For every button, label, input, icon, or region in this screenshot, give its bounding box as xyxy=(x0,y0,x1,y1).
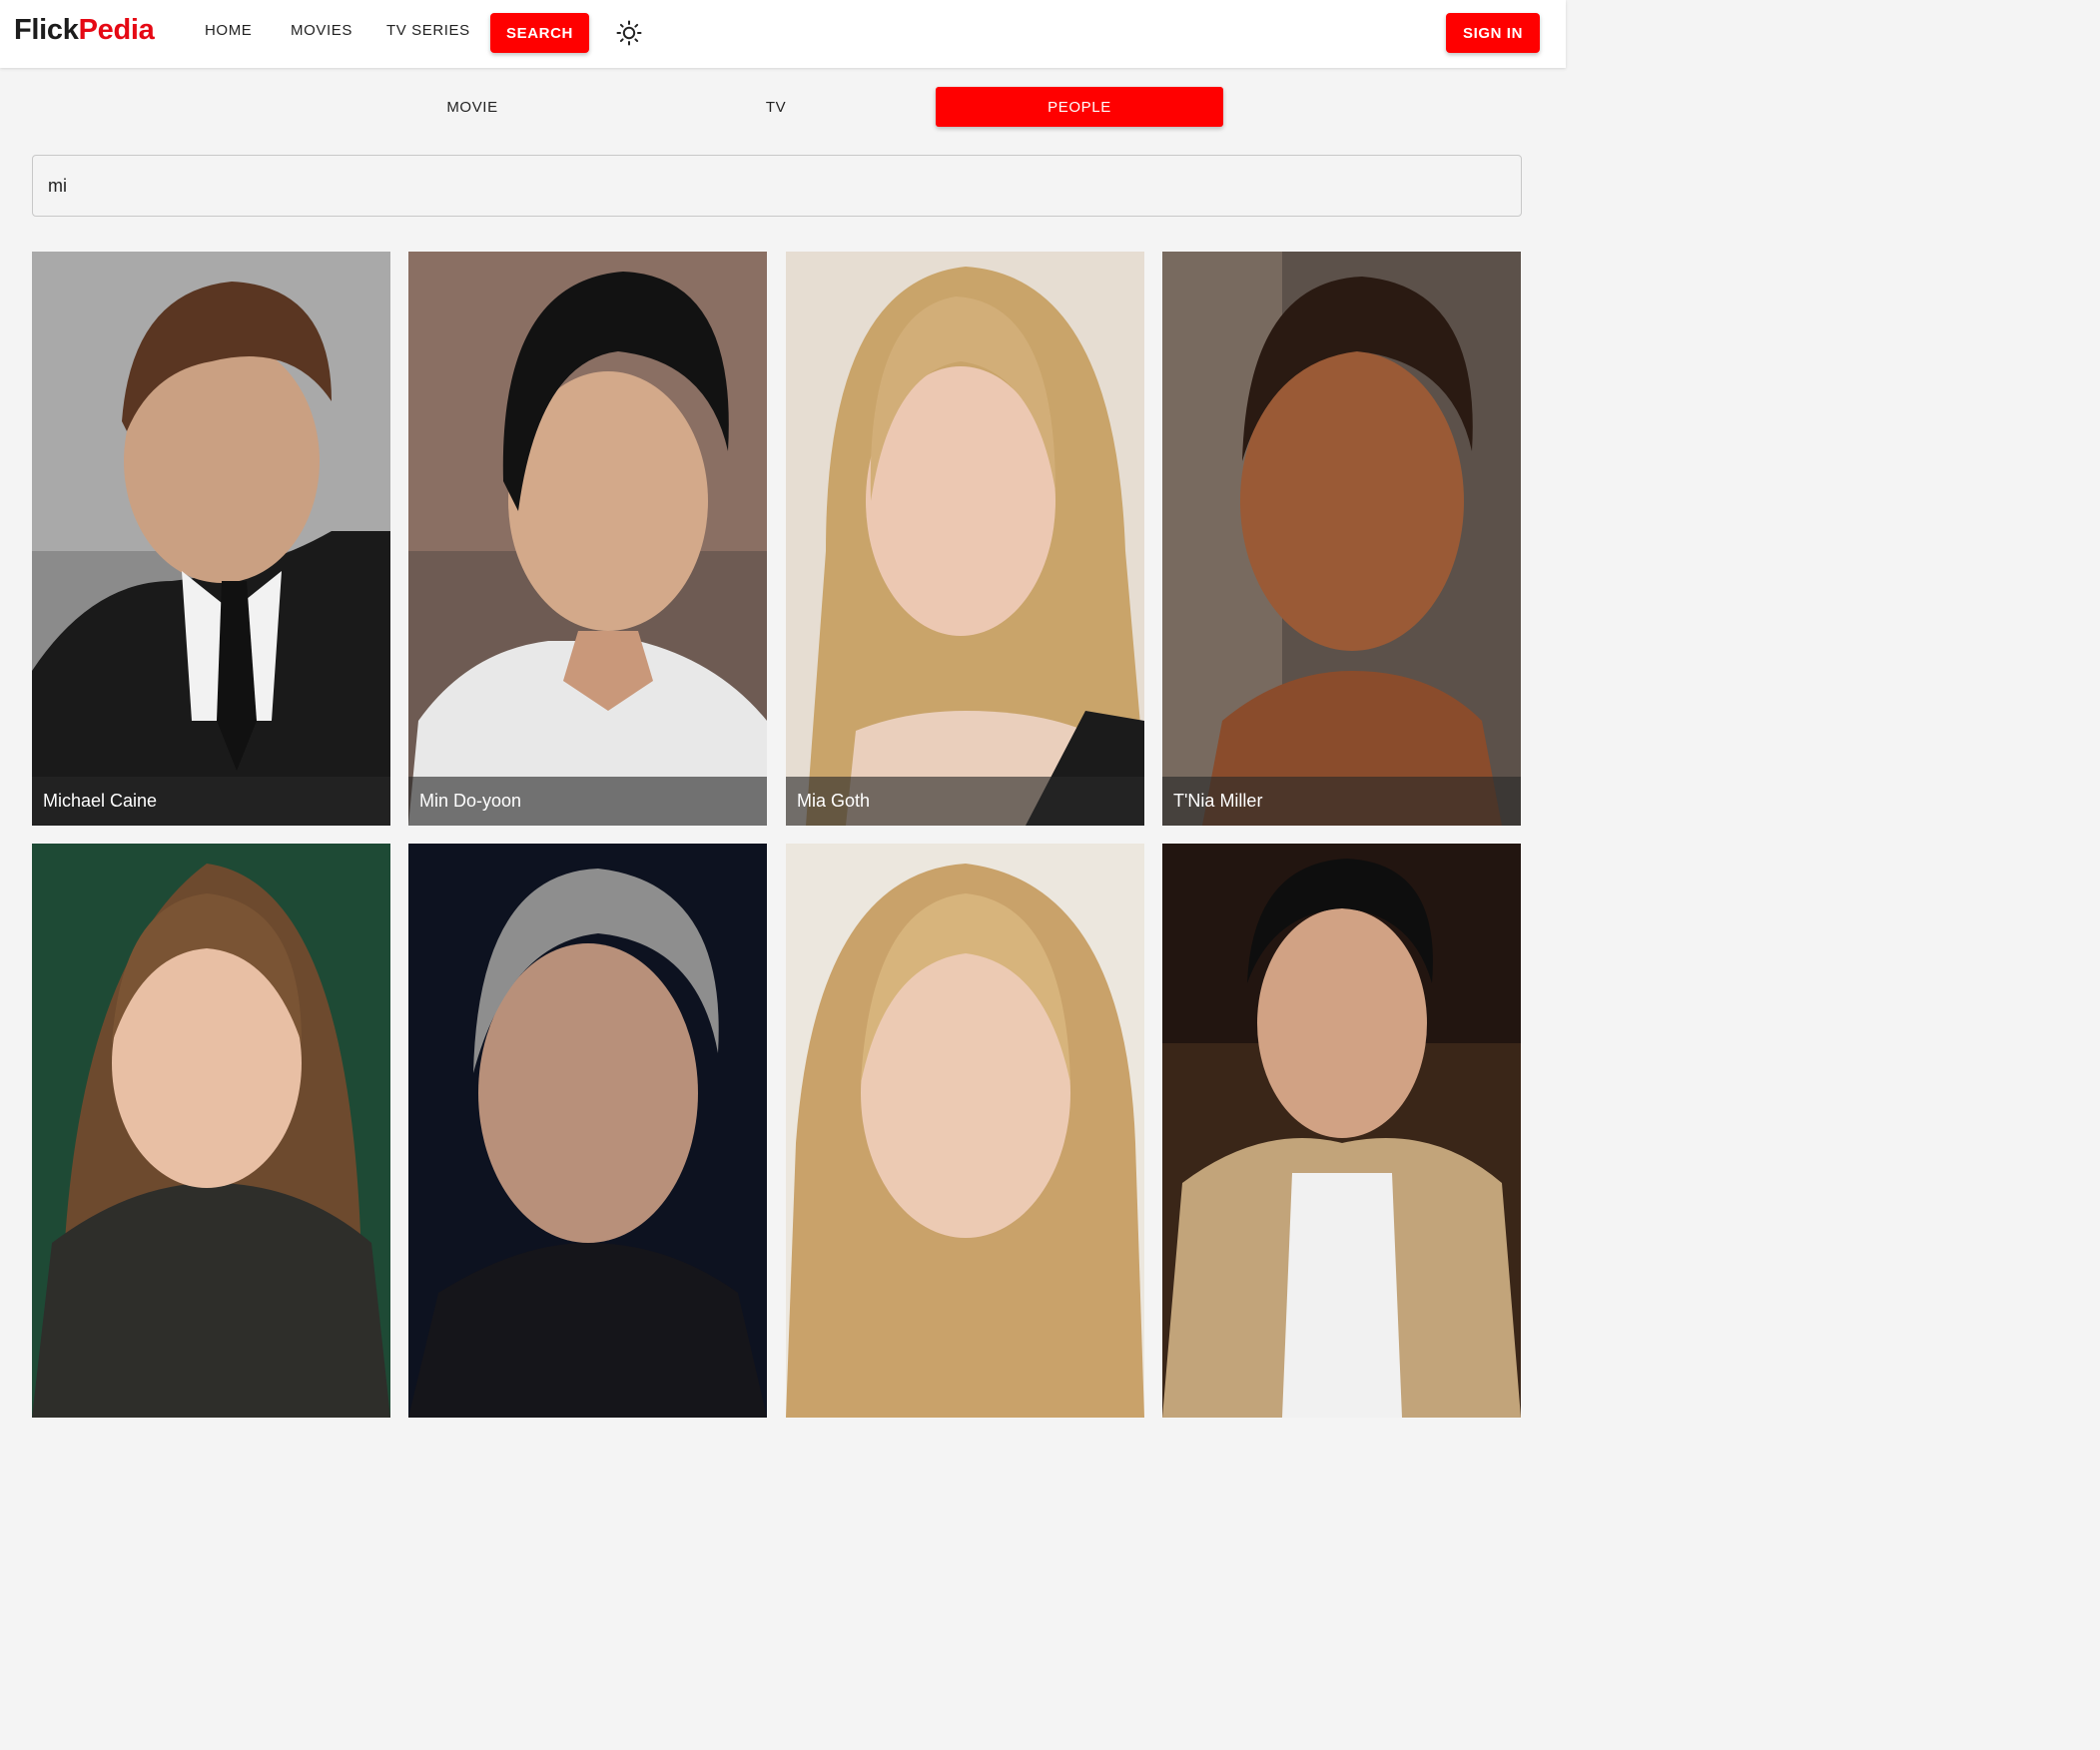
person-photo xyxy=(786,252,1144,826)
person-photo xyxy=(32,844,390,1418)
theme-toggle-button[interactable] xyxy=(613,17,645,49)
person-photo xyxy=(32,252,390,826)
person-name: T'Nia Miller xyxy=(1162,777,1521,826)
person-card-tnia-miller[interactable]: T'Nia Miller xyxy=(1162,252,1521,826)
person-card-min-do-yoon[interactable]: Min Do-yoon xyxy=(408,252,767,826)
person-name: Min Do-yoon xyxy=(408,777,767,826)
person-photo xyxy=(1162,252,1521,826)
nav-movies-link[interactable]: MOVIES xyxy=(291,22,352,39)
nav-tv-series-link[interactable]: TV SERIES xyxy=(386,22,470,39)
person-photo xyxy=(786,844,1144,1418)
tab-movie[interactable]: MOVIE xyxy=(329,87,616,127)
person-card-8[interactable] xyxy=(1162,844,1521,1418)
person-card-6[interactable] xyxy=(408,844,767,1418)
nav-search-button[interactable]: SEARCH xyxy=(490,13,589,53)
sign-in-button[interactable]: SIGN IN xyxy=(1446,13,1540,53)
person-photo xyxy=(408,844,767,1418)
sun-icon xyxy=(616,20,642,46)
top-navbar: FlickPedia HOME MOVIES TV SERIES SEARCH … xyxy=(0,0,1566,68)
brand-part-pedia: Pedia xyxy=(78,14,155,46)
tab-tv[interactable]: TV xyxy=(632,87,920,127)
person-photo xyxy=(408,252,767,826)
person-name: Mia Goth xyxy=(786,777,1144,826)
person-name: Michael Caine xyxy=(32,777,390,826)
person-card-7[interactable] xyxy=(786,844,1144,1418)
person-card-5[interactable] xyxy=(32,844,390,1418)
brand-part-flick: Flick xyxy=(14,14,79,46)
person-card-michael-caine[interactable]: Michael Caine xyxy=(32,252,390,826)
tab-people[interactable]: PEOPLE xyxy=(936,87,1223,127)
search-input[interactable] xyxy=(32,155,1522,217)
nav-home-link[interactable]: HOME xyxy=(205,22,252,39)
brand-logo[interactable]: FlickPedia xyxy=(14,14,155,47)
person-card-mia-goth[interactable]: Mia Goth xyxy=(786,252,1144,826)
person-photo xyxy=(1162,844,1521,1418)
